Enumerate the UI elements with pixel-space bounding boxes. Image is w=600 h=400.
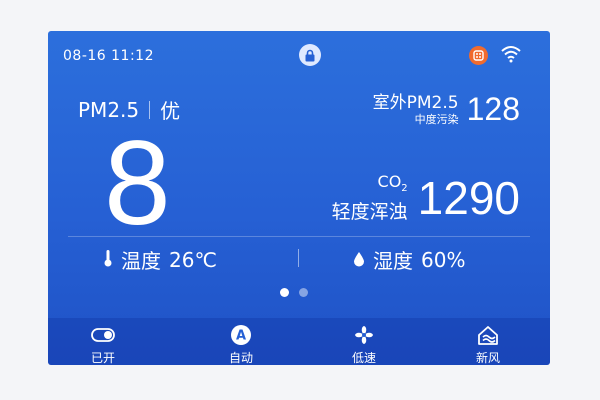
outdoor-pollution-level: 中度污染	[414, 113, 459, 126]
humidity-label: 湿度	[373, 249, 413, 273]
temperature-value: 26℃	[169, 247, 217, 272]
separator	[298, 249, 299, 267]
fan-speed-button[interactable]: 低速	[334, 324, 394, 365]
page-indicator	[280, 288, 308, 297]
thermometer-icon	[103, 248, 113, 272]
status-bar: 08-16 11:12	[48, 31, 550, 81]
power-button[interactable]: 已开	[73, 324, 133, 365]
fresh-air-button[interactable]: 新风	[458, 324, 518, 365]
co2-quality: 轻度浑浊	[331, 200, 408, 223]
wifi-icon	[500, 45, 522, 67]
bottom-nav: 已开 A 自动 低速 新风	[48, 318, 550, 365]
droplet-icon	[353, 248, 365, 272]
power-label: 已开	[90, 351, 115, 365]
fresh-air-label: 新风	[475, 351, 500, 365]
fan-speed-label: 低速	[351, 351, 376, 365]
clock: 08-16 11:12	[63, 48, 154, 64]
toggle-icon	[73, 324, 133, 346]
auto-mode-button[interactable]: A 自动	[211, 324, 271, 365]
pm25-value: 8	[104, 116, 171, 250]
lock-icon[interactable]	[299, 44, 321, 66]
fan-icon	[334, 324, 394, 346]
page-dot[interactable]	[299, 288, 308, 297]
co2-reading: CO2 轻度浑浊 1290	[332, 171, 520, 225]
co2-label: CO2	[377, 172, 408, 195]
outdoor-pm25: 室外PM2.5 中度污染 128	[373, 91, 520, 128]
divider	[68, 236, 530, 237]
humidity-value: 60%	[421, 247, 466, 272]
temperature-label: 温度	[121, 249, 161, 273]
temperature-reading: 温度 26℃	[103, 245, 217, 274]
outdoor-pm25-label: 室外PM2.5	[372, 93, 459, 113]
app-badge-icon[interactable]	[469, 46, 488, 65]
fresh-air-icon	[458, 324, 518, 346]
humidity-reading: 湿度 60%	[353, 245, 465, 274]
device-screen: 08-16 11:12 PM2.5 优 8 室外PM2.5 中度污染 128 C…	[48, 31, 550, 365]
auto-mode-label: 自动	[228, 351, 253, 365]
auto-icon: A	[211, 324, 271, 346]
svg-text:A: A	[236, 329, 246, 344]
outdoor-pm25-value: 128	[466, 91, 520, 127]
co2-value: 1290	[417, 172, 520, 224]
page-dot[interactable]	[280, 288, 289, 297]
